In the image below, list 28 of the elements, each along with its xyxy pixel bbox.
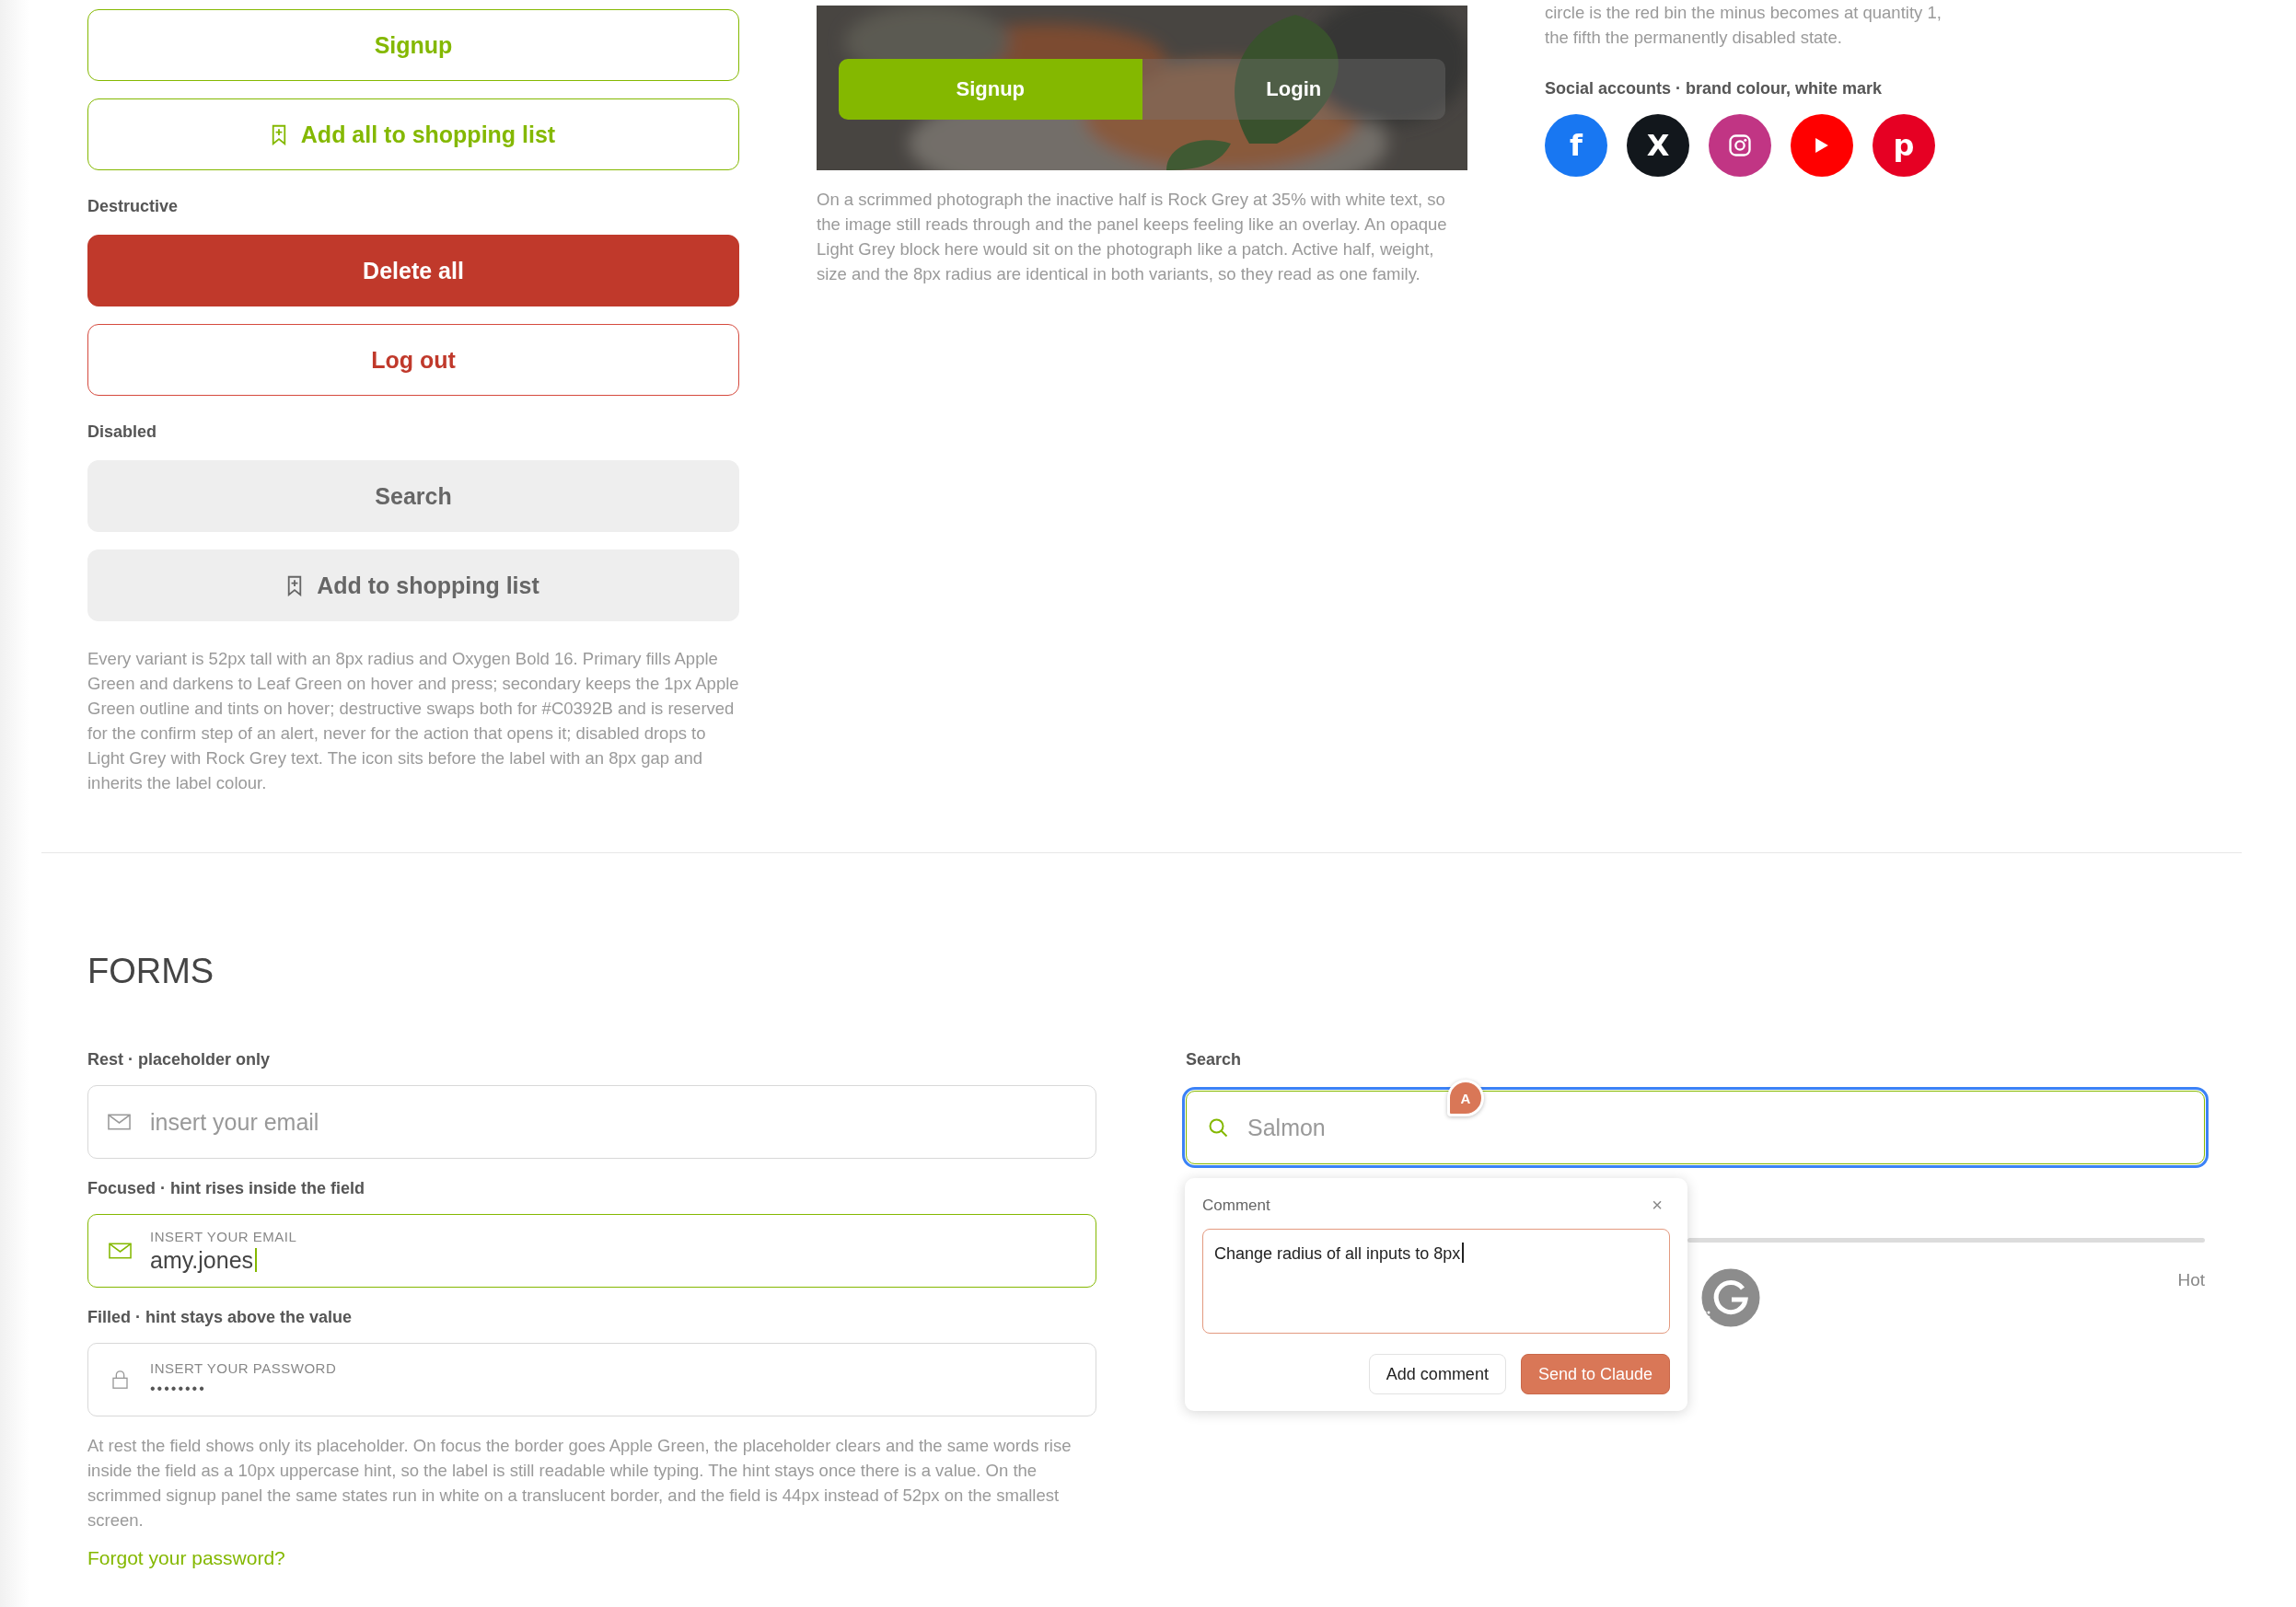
popup-title: Comment bbox=[1202, 1196, 1270, 1215]
description-text: On a scrimmed photograph the inactive half is Rock Grey at 35% with white text, so the image still reads through and the panel keeps feeling like an overlay. An opaque Light Grey block here would sit on the photograph like a patch. Active half, weight, size and the 8px radius are identical in both variants, so they read as one family. bbox=[817, 189, 1448, 285]
comment-marker[interactable]: A bbox=[1447, 1080, 1484, 1116]
slider-label: Hot bbox=[2176, 1270, 2205, 1290]
section-label: Disabled bbox=[87, 422, 158, 443]
add-comment-button[interactable]: Add comment bbox=[1368, 1354, 1506, 1394]
send-button[interactable]: Send to Claude bbox=[1520, 1354, 1670, 1394]
input-field[interactable]: INSERT YOUR EMAIL amy.jones bbox=[87, 1214, 1096, 1288]
section-label: Destructive bbox=[87, 196, 180, 217]
close-button[interactable]: × bbox=[1644, 1195, 1670, 1216]
field-label: Search bbox=[1186, 1049, 1243, 1070]
danger-outline-button[interactable]: Log out bbox=[87, 324, 739, 396]
section-label: Social accounts · brand colour, white mark bbox=[1545, 78, 1884, 99]
input-field[interactable]: insert your email bbox=[87, 1085, 1096, 1159]
toggle-option[interactable]: Login bbox=[1142, 59, 1445, 120]
comment-field[interactable]: Change radius of all inputs to 8px bbox=[1202, 1229, 1670, 1334]
field-label: Rest · placeholder only bbox=[87, 1049, 272, 1070]
danger-button[interactable]: Delete all bbox=[87, 235, 739, 306]
description-text: circle is the red bin the minus becomes at quantity 1, the fifth the permanently disabled state. bbox=[1545, 2, 1942, 49]
description-text: Every variant is 52px tall with an 8px radius and Oxygen Bold 16. Primary fills Apple Green and darkens to Leaf Green on hover and press; secondary keeps the 1px Apple Green outline and tints on hover; destructive swaps both for #C0392B and is reserved for the confirm step of an alert, never for the action that opens it; disabled drops to Light Grey with Rock Grey text. The icon sits before the label with an 8px gap and inherits the label colour. bbox=[87, 648, 739, 794]
input-field[interactable]: INSERT YOUR PASSWORD •••••••• bbox=[87, 1343, 1096, 1416]
social-button[interactable]: f bbox=[1545, 114, 1607, 177]
field-label: Filled · hint stays above the value bbox=[87, 1307, 354, 1328]
description-text: At rest the field shows only its placeholder. On focus the border goes Apple Green, the placeholder clears and the same words rise inside the field as a 10px uppercase hint, so the label is still readable while typing. The hint stays once there is a value. On the scrimmed signup panel the same states run in white on a translucent border, and the field is 44px instead of 52px on the smallest screen. bbox=[87, 1435, 1073, 1532]
social-button[interactable]: p bbox=[1873, 114, 1935, 177]
field-label: Focused · hint rises inside the field bbox=[87, 1178, 366, 1199]
section-title: FORMS bbox=[87, 951, 215, 991]
social-button[interactable]: X bbox=[1627, 114, 1689, 177]
